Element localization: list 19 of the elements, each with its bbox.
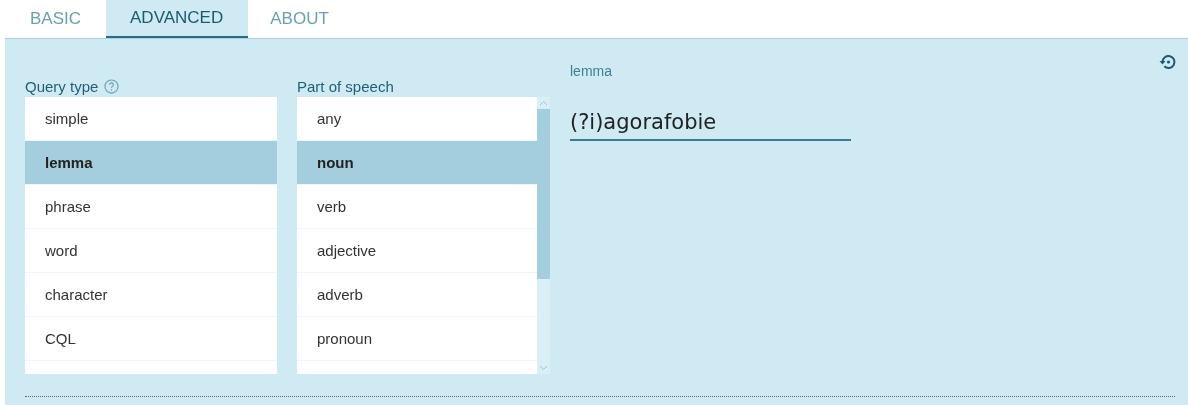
scrollbar[interactable]	[537, 97, 550, 374]
list-item[interactable]: CQL	[25, 317, 277, 361]
lemma-field[interactable]: (?i)agorafobie	[570, 101, 851, 141]
list-item[interactable]: word	[25, 229, 277, 273]
list-item[interactable]: noun	[297, 141, 537, 185]
list-label: Part of speech	[297, 77, 394, 95]
listbox[interactable]: simple lemma phrase word character CQL	[25, 97, 277, 374]
tab[interactable]: ADVANCED	[106, 0, 249, 38]
list-item[interactable]: phrase	[25, 185, 277, 229]
list-label: Query type	[25, 77, 99, 95]
scrollbar-thumb[interactable]	[537, 109, 550, 279]
help-icon[interactable]	[104, 78, 120, 94]
list-item[interactable]: character	[25, 273, 277, 317]
listbox[interactable]: any noun verb adjective adverb pronoun	[297, 97, 550, 374]
field-label: lemma	[570, 63, 613, 81]
list-item[interactable]: lemma	[25, 141, 277, 185]
scroll-up-icon[interactable]	[539, 100, 548, 106]
reset-icon[interactable]	[1158, 52, 1178, 72]
scroll-down-icon[interactable]	[539, 365, 548, 371]
